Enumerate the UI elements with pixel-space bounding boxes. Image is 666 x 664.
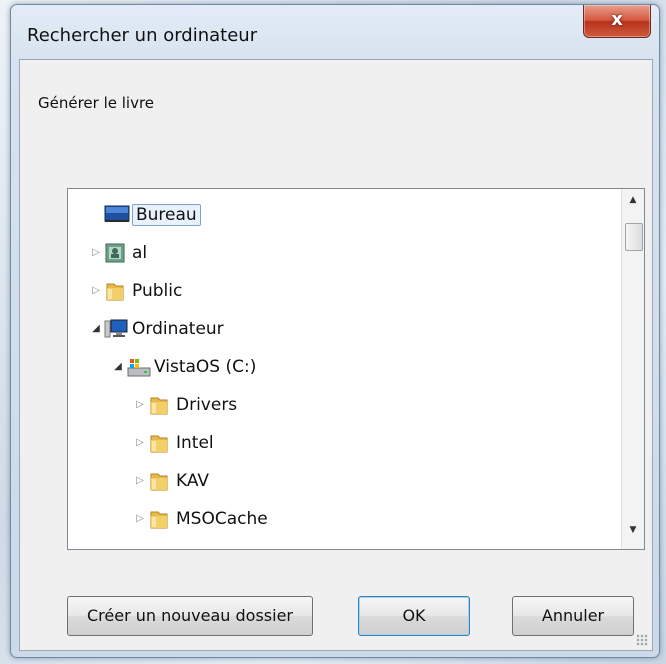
new-folder-button[interactable]: Créer un nouveau dossier [67,596,313,636]
folder-icon [148,470,170,492]
tree-item[interactable]: ▷ Public [88,273,182,309]
tree-item-label: Bureau [132,204,201,226]
vertical-scrollbar[interactable]: ▲ ▼ [621,189,644,549]
tree-item[interactable]: ▷ KAV [132,463,209,499]
tree-item[interactable]: ◢ VistaOS (C:) [110,349,256,385]
close-button[interactable]: x [583,5,651,38]
folder-icon [148,508,170,530]
folder-tree[interactable]: Bureau ▷ al ▷ Public ◢ Ordinateur ◢ VistaOS (C:)… [67,188,645,550]
scrollbar-thumb[interactable] [625,223,643,251]
scroll-up-arrow-icon[interactable]: ▲ [625,195,641,213]
collapsed-arrow-icon[interactable]: ▷ [132,501,148,537]
folder-icon [148,546,170,549]
resize-grip[interactable] [636,634,648,646]
tree-item-label: Intel [176,433,214,453]
tree-item-label: My Music [176,547,255,549]
tree-item-label: al [132,243,148,263]
tree-item[interactable]: ◢ Ordinateur [88,311,224,347]
ok-button[interactable]: OK [358,596,470,636]
collapsed-arrow-icon[interactable]: ▷ [88,235,104,271]
drive-icon [126,356,151,378]
tree-item[interactable]: Bureau [88,197,201,233]
close-icon: x [611,9,623,30]
tree-item-label: Drivers [176,395,238,415]
dialog-client-area: Générer le livre Bureau ▷ al ▷ Public ◢ Ordina… [19,59,653,651]
expanded-arrow-icon[interactable]: ◢ [88,311,104,347]
user-folder-icon [104,242,126,264]
tree-item-label: Ordinateur [132,319,224,339]
dialog-title: Rechercher un ordinateur [27,25,258,46]
tree-item-label: KAV [176,471,210,491]
folder-icon [148,394,170,416]
collapsed-arrow-icon[interactable]: ▷ [132,463,148,499]
tree-item[interactable]: ▷ MSOCache [132,501,268,537]
desktop-icon [104,204,130,226]
browse-for-folder-dialog: Rechercher un ordinateur x Générer le li… [10,4,660,658]
expanded-arrow-icon[interactable]: ◢ [110,349,126,385]
tree-item-label: MSOCache [176,509,268,529]
cancel-button[interactable]: Annuler [512,596,634,636]
tree-item-label: VistaOS (C:) [154,357,257,377]
collapsed-arrow-icon[interactable]: ▷ [88,273,104,309]
tree-item[interactable]: ▷ Drivers [132,387,237,423]
collapsed-arrow-icon[interactable]: ▷ [132,387,148,423]
computer-icon [104,318,128,340]
tree-item-label: Public [132,281,183,301]
scroll-down-arrow-icon[interactable]: ▼ [625,525,641,543]
dialog-description: Générer le livre [38,94,155,112]
folder-icon [104,280,126,302]
tree-item[interactable]: My Music [132,539,255,549]
tree-item[interactable]: ▷ Intel [132,425,214,461]
folder-icon [148,432,170,454]
collapsed-arrow-icon[interactable]: ▷ [132,425,148,461]
tree-item[interactable]: ▷ al [88,235,147,271]
